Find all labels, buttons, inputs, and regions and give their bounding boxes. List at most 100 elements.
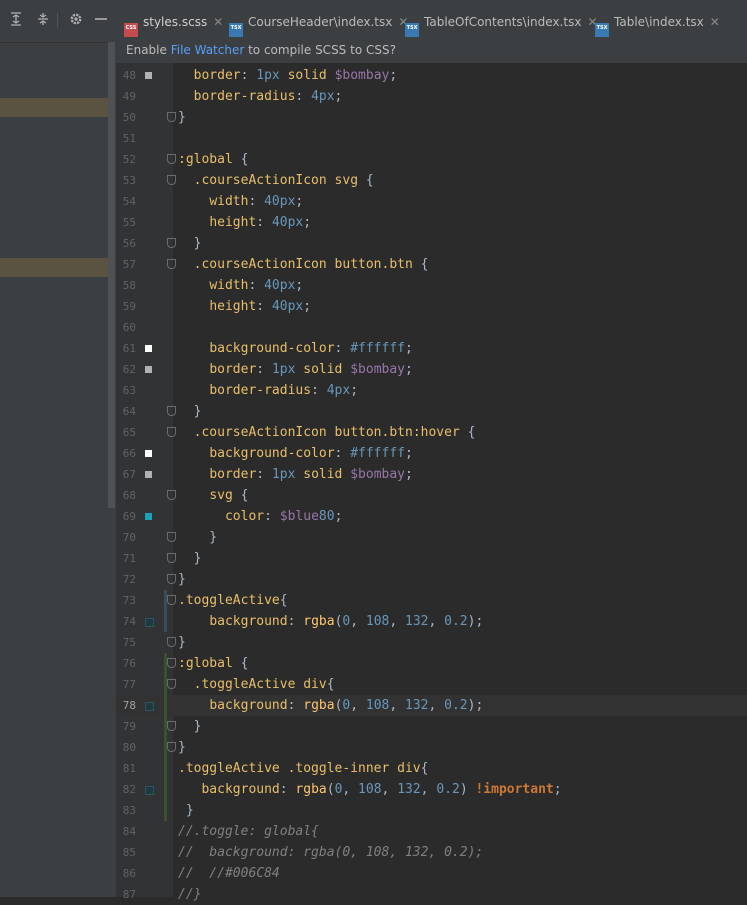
code-line[interactable]: 85 // background: rgba(0, 108, 132, 0.2);: [116, 842, 747, 863]
fold-marker-icon[interactable]: [167, 112, 176, 122]
file-watcher-link[interactable]: File Watcher: [171, 43, 245, 57]
tab-tableofcontents[interactable]: TSX TableOfContents\index.tsx ✕: [405, 10, 598, 37]
fold-marker-icon[interactable]: [167, 742, 176, 752]
fold-marker-icon[interactable]: [167, 532, 176, 542]
code-line[interactable]: 78 background: rgba(0, 108, 132, 0.2);: [116, 695, 747, 716]
code-line[interactable]: 55 height: 40px;: [116, 212, 747, 233]
color-swatch-icon[interactable]: [145, 618, 154, 627]
fold-marker-icon[interactable]: [167, 637, 176, 647]
code-line[interactable]: 73 .toggleActive{: [116, 590, 747, 611]
fold-marker-icon[interactable]: [167, 490, 176, 500]
fold-marker-icon[interactable]: [167, 658, 176, 668]
code-line[interactable]: 54 width: 40px;: [116, 191, 747, 212]
code-text: }: [178, 803, 194, 818]
tab-courseheader[interactable]: TSX CourseHeader\index.tsx ✕: [229, 10, 408, 37]
code-line[interactable]: 82 background: rgba(0, 108, 132, 0.2) !i…: [116, 779, 747, 800]
code-line[interactable]: 74 background: rgba(0, 108, 132, 0.2);: [116, 611, 747, 632]
code-line[interactable]: 53 .courseActionIcon svg {: [116, 170, 747, 191]
code-line[interactable]: 69 color: $blue80;: [116, 506, 747, 527]
code-line[interactable]: 60: [116, 317, 747, 338]
fold-marker-icon[interactable]: [167, 553, 176, 563]
project-toolbar: [0, 0, 116, 43]
tree-row-highlight[interactable]: [0, 258, 110, 277]
code-line[interactable]: 58 width: 40px;: [116, 275, 747, 296]
fold-marker-icon[interactable]: [167, 721, 176, 731]
code-line[interactable]: 76:global {: [116, 653, 747, 674]
code-line[interactable]: 56 }: [116, 233, 747, 254]
notification-suffix: to compile SCSS to CSS?: [244, 43, 396, 57]
code-line[interactable]: 65 .courseActionIcon button.btn:hover {: [116, 422, 747, 443]
gear-icon[interactable]: [68, 12, 84, 28]
line-number: 69: [122, 510, 136, 523]
code-line[interactable]: 49 border-radius: 4px;: [116, 86, 747, 107]
color-swatch-icon[interactable]: [145, 702, 154, 711]
code-text: // background: rgba(0, 108, 132, 0.2);: [178, 845, 484, 860]
color-swatch-icon[interactable]: [145, 471, 152, 478]
code-line[interactable]: 67 border: 1px solid $bombay;: [116, 464, 747, 485]
code-line[interactable]: 68 svg {: [116, 485, 747, 506]
code-text: background-color: #ffffff;: [209, 341, 413, 356]
code-line[interactable]: 70 }: [116, 527, 747, 548]
color-swatch-icon[interactable]: [145, 450, 152, 457]
code-line[interactable]: 50}: [116, 107, 747, 128]
code-text: }: [178, 530, 218, 545]
tree-row-highlight[interactable]: [0, 98, 110, 117]
vcs-change-marker[interactable]: [164, 590, 167, 632]
fold-marker-icon[interactable]: [167, 427, 176, 437]
code-line[interactable]: 52:global {: [116, 149, 747, 170]
line-number: 63: [122, 384, 136, 397]
code-text: }: [178, 635, 186, 650]
code-text: }: [178, 740, 186, 755]
expand-all-icon[interactable]: [8, 12, 24, 28]
collapse-all-icon[interactable]: [35, 12, 51, 28]
color-swatch-icon[interactable]: [145, 786, 154, 795]
code-line[interactable]: 75}: [116, 632, 747, 653]
code-line[interactable]: 71 }: [116, 548, 747, 569]
code-line[interactable]: 63 border-radius: 4px;: [116, 380, 747, 401]
close-icon[interactable]: ✕: [213, 15, 223, 29]
project-scrollbar[interactable]: [108, 42, 115, 508]
code-text: }: [178, 719, 202, 734]
code-line[interactable]: 66 background-color: #ffffff;: [116, 443, 747, 464]
minimize-icon[interactable]: [93, 12, 109, 28]
fold-marker-icon[interactable]: [167, 679, 176, 689]
code-line[interactable]: 51: [116, 128, 747, 149]
line-number: 50: [122, 111, 136, 124]
line-number: 59: [122, 300, 136, 313]
fold-marker-icon[interactable]: [167, 259, 176, 269]
fold-marker-icon[interactable]: [167, 406, 176, 416]
code-text: width: 40px;: [209, 278, 304, 293]
code-line[interactable]: 87 //}: [116, 884, 747, 905]
line-number: 58: [122, 279, 136, 292]
code-line[interactable]: 57 .courseActionIcon button.btn {: [116, 254, 747, 275]
code-line[interactable]: 79 }: [116, 716, 747, 737]
vcs-change-marker[interactable]: [164, 653, 167, 821]
code-line[interactable]: 61 background-color: #ffffff;: [116, 338, 747, 359]
color-swatch-icon[interactable]: [145, 513, 152, 520]
code-line[interactable]: 72}: [116, 569, 747, 590]
code-line[interactable]: 83 }: [116, 800, 747, 821]
code-line[interactable]: 59 height: 40px;: [116, 296, 747, 317]
code-line[interactable]: 64 }: [116, 401, 747, 422]
fold-marker-icon[interactable]: [167, 154, 176, 164]
code-line[interactable]: 62 border: 1px solid $bombay;: [116, 359, 747, 380]
fold-marker-icon[interactable]: [167, 238, 176, 248]
color-swatch-icon[interactable]: [145, 72, 152, 79]
code-line[interactable]: 86 // //#006C84: [116, 863, 747, 884]
code-line[interactable]: 80}: [116, 737, 747, 758]
color-swatch-icon[interactable]: [145, 366, 152, 373]
line-number: 80: [122, 741, 136, 754]
code-line[interactable]: 48 border: 1px solid $bombay;: [116, 65, 747, 86]
line-number: 70: [122, 531, 136, 544]
code-line[interactable]: 84 //.toggle: global{: [116, 821, 747, 842]
color-swatch-icon[interactable]: [145, 345, 152, 352]
tab-table[interactable]: TSX Table\index.tsx ✕: [595, 10, 720, 37]
code-line[interactable]: 81 .toggleActive .toggle-inner div{: [116, 758, 747, 779]
code-line[interactable]: 77 .toggleActive div{: [116, 674, 747, 695]
fold-marker-icon[interactable]: [167, 175, 176, 185]
fold-marker-icon[interactable]: [167, 595, 176, 605]
tab-styles-scss[interactable]: CSS styles.scss ✕: [124, 10, 224, 46]
code-text: background: rgba(0, 108, 132, 0.2) !impo…: [201, 782, 562, 797]
fold-marker-icon[interactable]: [167, 574, 176, 584]
close-icon[interactable]: ✕: [710, 15, 720, 29]
